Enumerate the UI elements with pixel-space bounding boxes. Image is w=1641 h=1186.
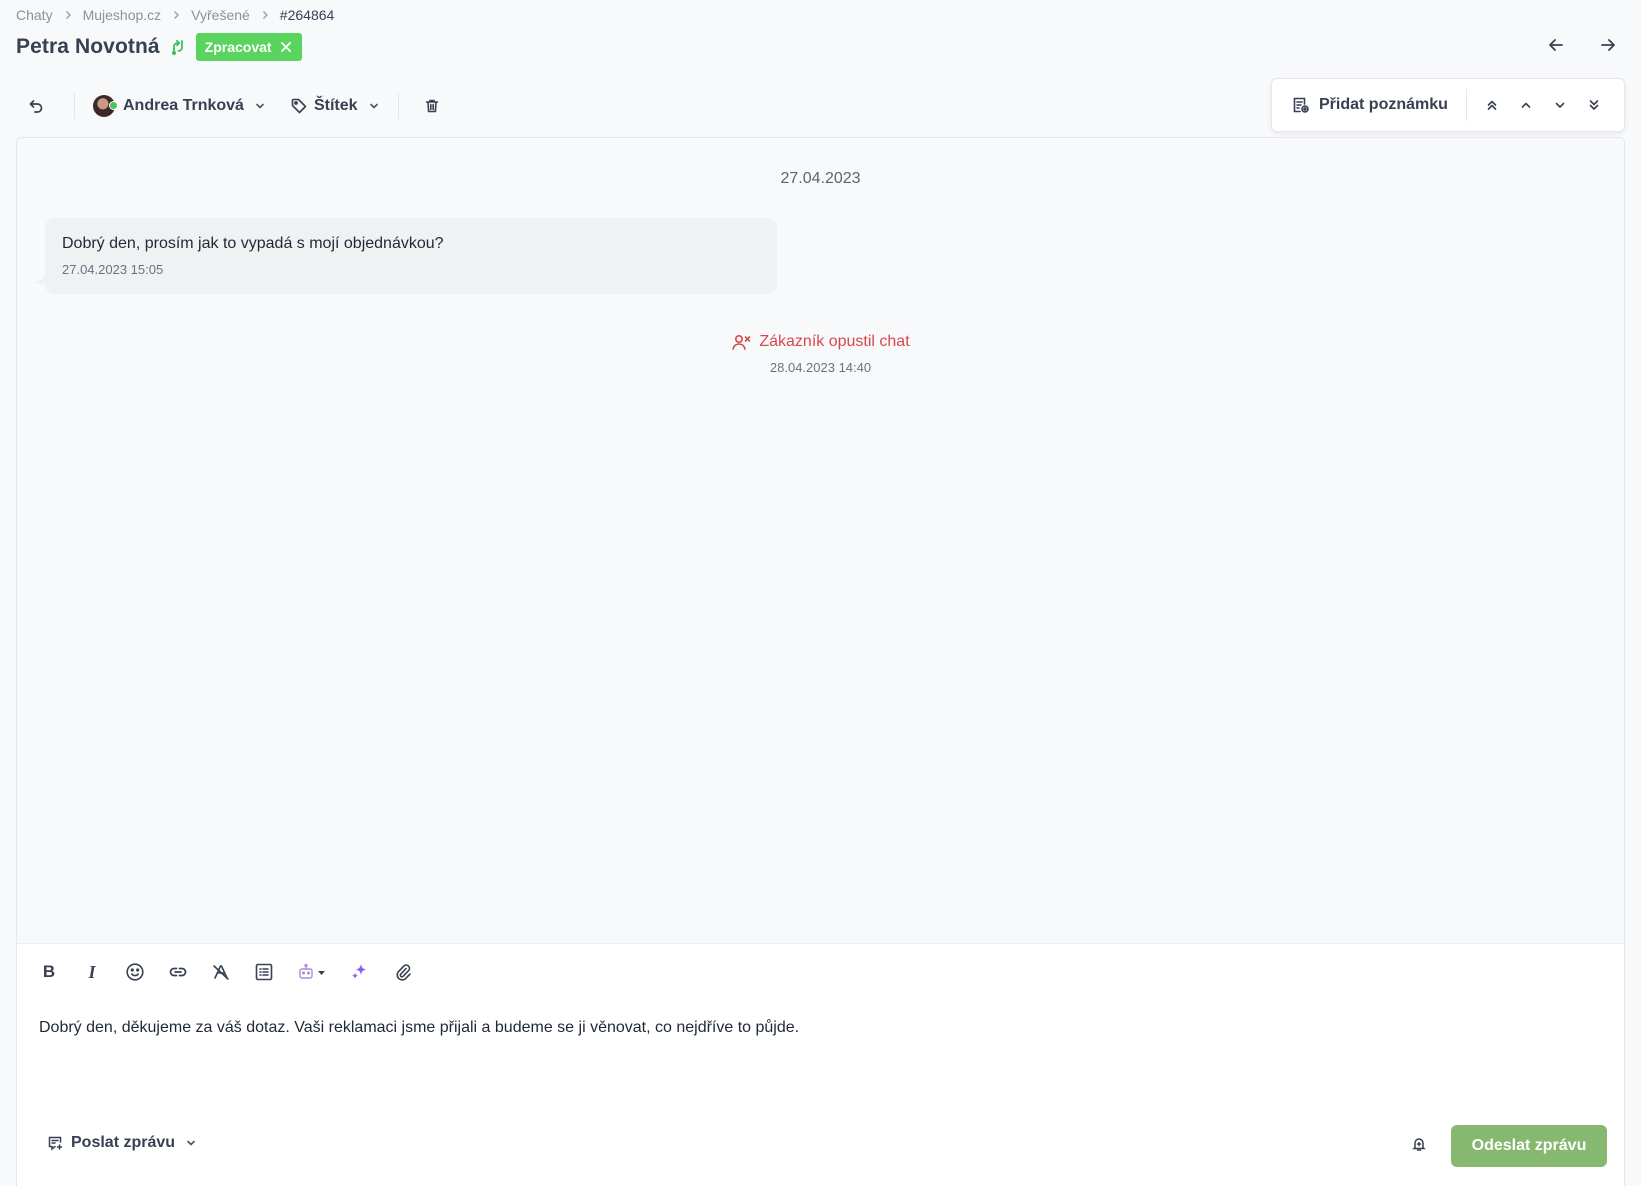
chevron-right-icon <box>171 10 181 20</box>
bot-menu[interactable] <box>297 962 327 982</box>
status-badge-label: Zpracovat <box>204 39 272 55</box>
send-mode-select[interactable]: Poslat zprávu <box>47 1134 197 1152</box>
chat-toolbar: Andrea Trnková Štítek <box>16 86 447 126</box>
arrow-left-icon[interactable] <box>1547 36 1565 54</box>
note-panel: Přidat poznámku <box>1271 78 1625 132</box>
add-note-button[interactable]: Přidat poznámku <box>1272 79 1466 131</box>
close-icon[interactable] <box>280 41 292 53</box>
chevron-down-icon[interactable] <box>1551 96 1569 114</box>
chevron-down-icon <box>368 100 380 112</box>
bold-icon[interactable]: B <box>39 962 59 982</box>
toolbar-divider <box>397 93 399 119</box>
avatar <box>93 95 118 117</box>
chat-navigation <box>1547 36 1617 54</box>
date-separator: 27.04.2023 <box>780 170 861 187</box>
chevron-up-icon[interactable] <box>1517 96 1535 114</box>
chevrons-down-icon[interactable] <box>1585 96 1603 114</box>
undo-button[interactable] <box>16 88 56 124</box>
bell-icon[interactable] <box>1411 1136 1427 1152</box>
page-title: Petra Novotná <box>16 35 160 58</box>
sparkles-icon[interactable] <box>350 962 370 982</box>
link-icon[interactable] <box>168 962 188 982</box>
emoji-icon[interactable] <box>125 962 145 982</box>
message-time: 27.04.2023 15:05 <box>62 262 164 277</box>
message-input[interactable]: Dobrý den, děkujeme za váš dotaz. Vaši r… <box>39 1018 1539 1038</box>
paperclip-icon[interactable] <box>393 962 413 982</box>
system-event-row: Zákazník opustil chat <box>731 332 910 352</box>
template-list-icon[interactable] <box>254 962 274 982</box>
message-add-icon <box>48 1136 63 1151</box>
note-add-icon <box>1292 96 1310 114</box>
system-event: Zákazník opustil chat 28.04.2023 14:40 <box>17 332 1624 375</box>
format-toolbar: B I <box>39 958 413 986</box>
trash-icon <box>424 98 440 114</box>
tag-select[interactable]: Štítek <box>290 97 380 115</box>
customer-message: Dobrý den, prosím jak to vypadá s mojí o… <box>35 218 777 294</box>
chevrons-up-icon[interactable] <box>1483 96 1501 114</box>
message-composer: B I Dobrý den, děkujeme za váš dotaz. Va… <box>17 943 1624 1186</box>
breadcrumb-resolved[interactable]: Vyřešené <box>191 7 250 23</box>
caret-down-icon <box>318 970 325 975</box>
user-x-icon <box>731 332 751 352</box>
assignee-select[interactable]: Andrea Trnková <box>93 95 266 117</box>
status-badge: Zpracovat <box>195 33 302 61</box>
chevron-down-icon <box>254 100 266 112</box>
assignee-name: Andrea Trnková <box>123 97 244 114</box>
undo-icon <box>28 98 44 114</box>
system-event-time: 28.04.2023 14:40 <box>769 360 872 375</box>
breadcrumb-shop[interactable]: Mujeshop.cz <box>83 7 162 23</box>
add-note-label: Přidat poznámku <box>1319 96 1448 113</box>
tag-icon <box>290 97 308 115</box>
online-indicator <box>109 101 118 110</box>
italic-icon[interactable]: I <box>82 962 102 982</box>
chevron-right-icon <box>63 10 73 20</box>
merge-icon[interactable] <box>169 38 187 56</box>
send-mode-label: Poslat zprávu <box>71 1134 176 1151</box>
breadcrumb: Chaty Mujeshop.cz Vyřešené #264864 <box>16 6 334 24</box>
message-navigation <box>1467 96 1603 114</box>
tag-label: Štítek <box>313 97 358 114</box>
breadcrumb-current: #264864 <box>279 7 335 23</box>
arrow-right-icon[interactable] <box>1599 36 1617 54</box>
page-header: Petra Novotná Zpracovat <box>16 32 302 62</box>
toolbar-divider <box>74 93 75 119</box>
send-button[interactable]: Odeslat zprávu <box>1451 1125 1607 1167</box>
bot-icon <box>299 963 313 979</box>
delete-button[interactable] <box>417 91 447 121</box>
message-text: Dobrý den, prosím jak to vypadá s mojí o… <box>62 235 444 252</box>
chevron-right-icon <box>260 10 270 20</box>
clear-format-icon[interactable] <box>211 962 231 982</box>
system-event-text: Zákazník opustil chat <box>759 333 910 350</box>
breadcrumb-chats[interactable]: Chaty <box>16 7 53 23</box>
chevron-down-icon <box>185 1137 197 1149</box>
chat-transcript[interactable]: 27.04.2023 Dobrý den, prosím jak to vypa… <box>16 137 1625 1186</box>
